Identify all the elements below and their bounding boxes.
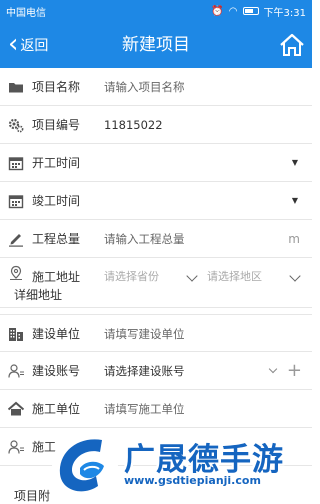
nav-bar: ‹ 返回 新建项目 (0, 22, 312, 68)
user-add-icon (8, 364, 24, 378)
house-icon (8, 401, 24, 416)
caret-down-icon[interactable]: ▼ (292, 144, 298, 182)
builder-unit-input[interactable]: 请填写建设单位 (104, 315, 185, 353)
row-site-address: 施工地址 请选择省份 请选择地区 详细地址 (0, 258, 312, 308)
time-label: 下午3:31 (263, 7, 306, 19)
row-project-no[interactable]: 项目编号 11815022 (0, 106, 312, 144)
alarm-icon: ⏰ (211, 5, 224, 17)
carrier-label: 中国电信 (6, 7, 46, 19)
project-name-input[interactable]: 请输入项目名称 (104, 68, 185, 106)
chevron-down-icon[interactable] (186, 270, 198, 282)
builder-account-select[interactable]: 请选择建设账号 (104, 352, 185, 390)
builder-unit-label: 建设单位 (32, 327, 81, 341)
unit-label: m (288, 232, 300, 246)
row-start-time[interactable]: 开工时间 ▼ (0, 144, 312, 182)
page-title: 新建项目 (122, 35, 190, 55)
project-name-label: 项目名称 (32, 80, 81, 94)
row-builder-unit[interactable]: 建设单位 请填写建设单位 (0, 314, 312, 352)
battery-icon (242, 7, 259, 15)
total-amount-label: 工程总量 (32, 232, 81, 246)
watermark-logo: 广晟德手游 www.gsdtiepianji.com (50, 428, 312, 501)
calendar-icon (8, 195, 24, 209)
project-no-input[interactable]: 11815022 (104, 106, 163, 144)
row-total-amount[interactable]: 工程总量 请输入工程总量 m (0, 220, 312, 258)
chevron-down-icon[interactable] (268, 364, 278, 374)
watermark-url: www.gsdtiepianji.com (124, 474, 261, 487)
construct-unit-label: 施工单位 (32, 402, 81, 416)
attachment-label: 项目附 (14, 489, 51, 503)
status-icons: ⏰ ◠ 下午3:31 (211, 4, 306, 19)
total-amount-input[interactable]: 请输入工程总量 (104, 220, 185, 258)
location-icon (10, 265, 22, 280)
start-time-label: 开工时间 (32, 156, 81, 170)
gears-icon (8, 118, 24, 133)
pencil-icon (9, 234, 23, 247)
add-account-button[interactable]: + (287, 352, 302, 390)
brand-logo-icon (52, 432, 118, 498)
construct-unit-input[interactable]: 请填写施工单位 (104, 390, 185, 428)
watermark-brand: 广晟德手游 (124, 442, 284, 478)
row-project-name[interactable]: 项目名称 请输入项目名称 (0, 68, 312, 106)
chevron-down-icon[interactable] (289, 270, 301, 282)
row-end-time[interactable]: 竣工时间 ▼ (0, 182, 312, 220)
end-time-label: 竣工时间 (32, 194, 81, 208)
caret-down-icon[interactable]: ▼ (292, 182, 298, 220)
area-select[interactable]: 请选择地区 (207, 262, 262, 292)
row-builder-account[interactable]: 建设账号 请选择建设账号 + (0, 352, 312, 390)
calendar-icon (8, 157, 24, 171)
user-add-icon (8, 440, 24, 454)
wifi-icon: ◠ (228, 5, 238, 17)
detail-address-label: 详细地址 (14, 288, 63, 302)
folder-icon (9, 83, 23, 93)
project-form: 项目名称 请输入项目名称 项目编号 11815022 开工时间 ▼ 竣工时间 ▼ (0, 68, 312, 466)
building-icon (9, 328, 23, 341)
home-icon[interactable] (278, 31, 306, 59)
row-construct-unit[interactable]: 施工单位 请填写施工单位 (0, 390, 312, 428)
province-select[interactable]: 请选择省份 (104, 262, 159, 292)
status-bar: 中国电信 ⏰ ◠ 下午3:31 (0, 0, 312, 22)
project-no-label: 项目编号 (32, 118, 81, 132)
builder-account-label: 建设账号 (32, 364, 81, 378)
